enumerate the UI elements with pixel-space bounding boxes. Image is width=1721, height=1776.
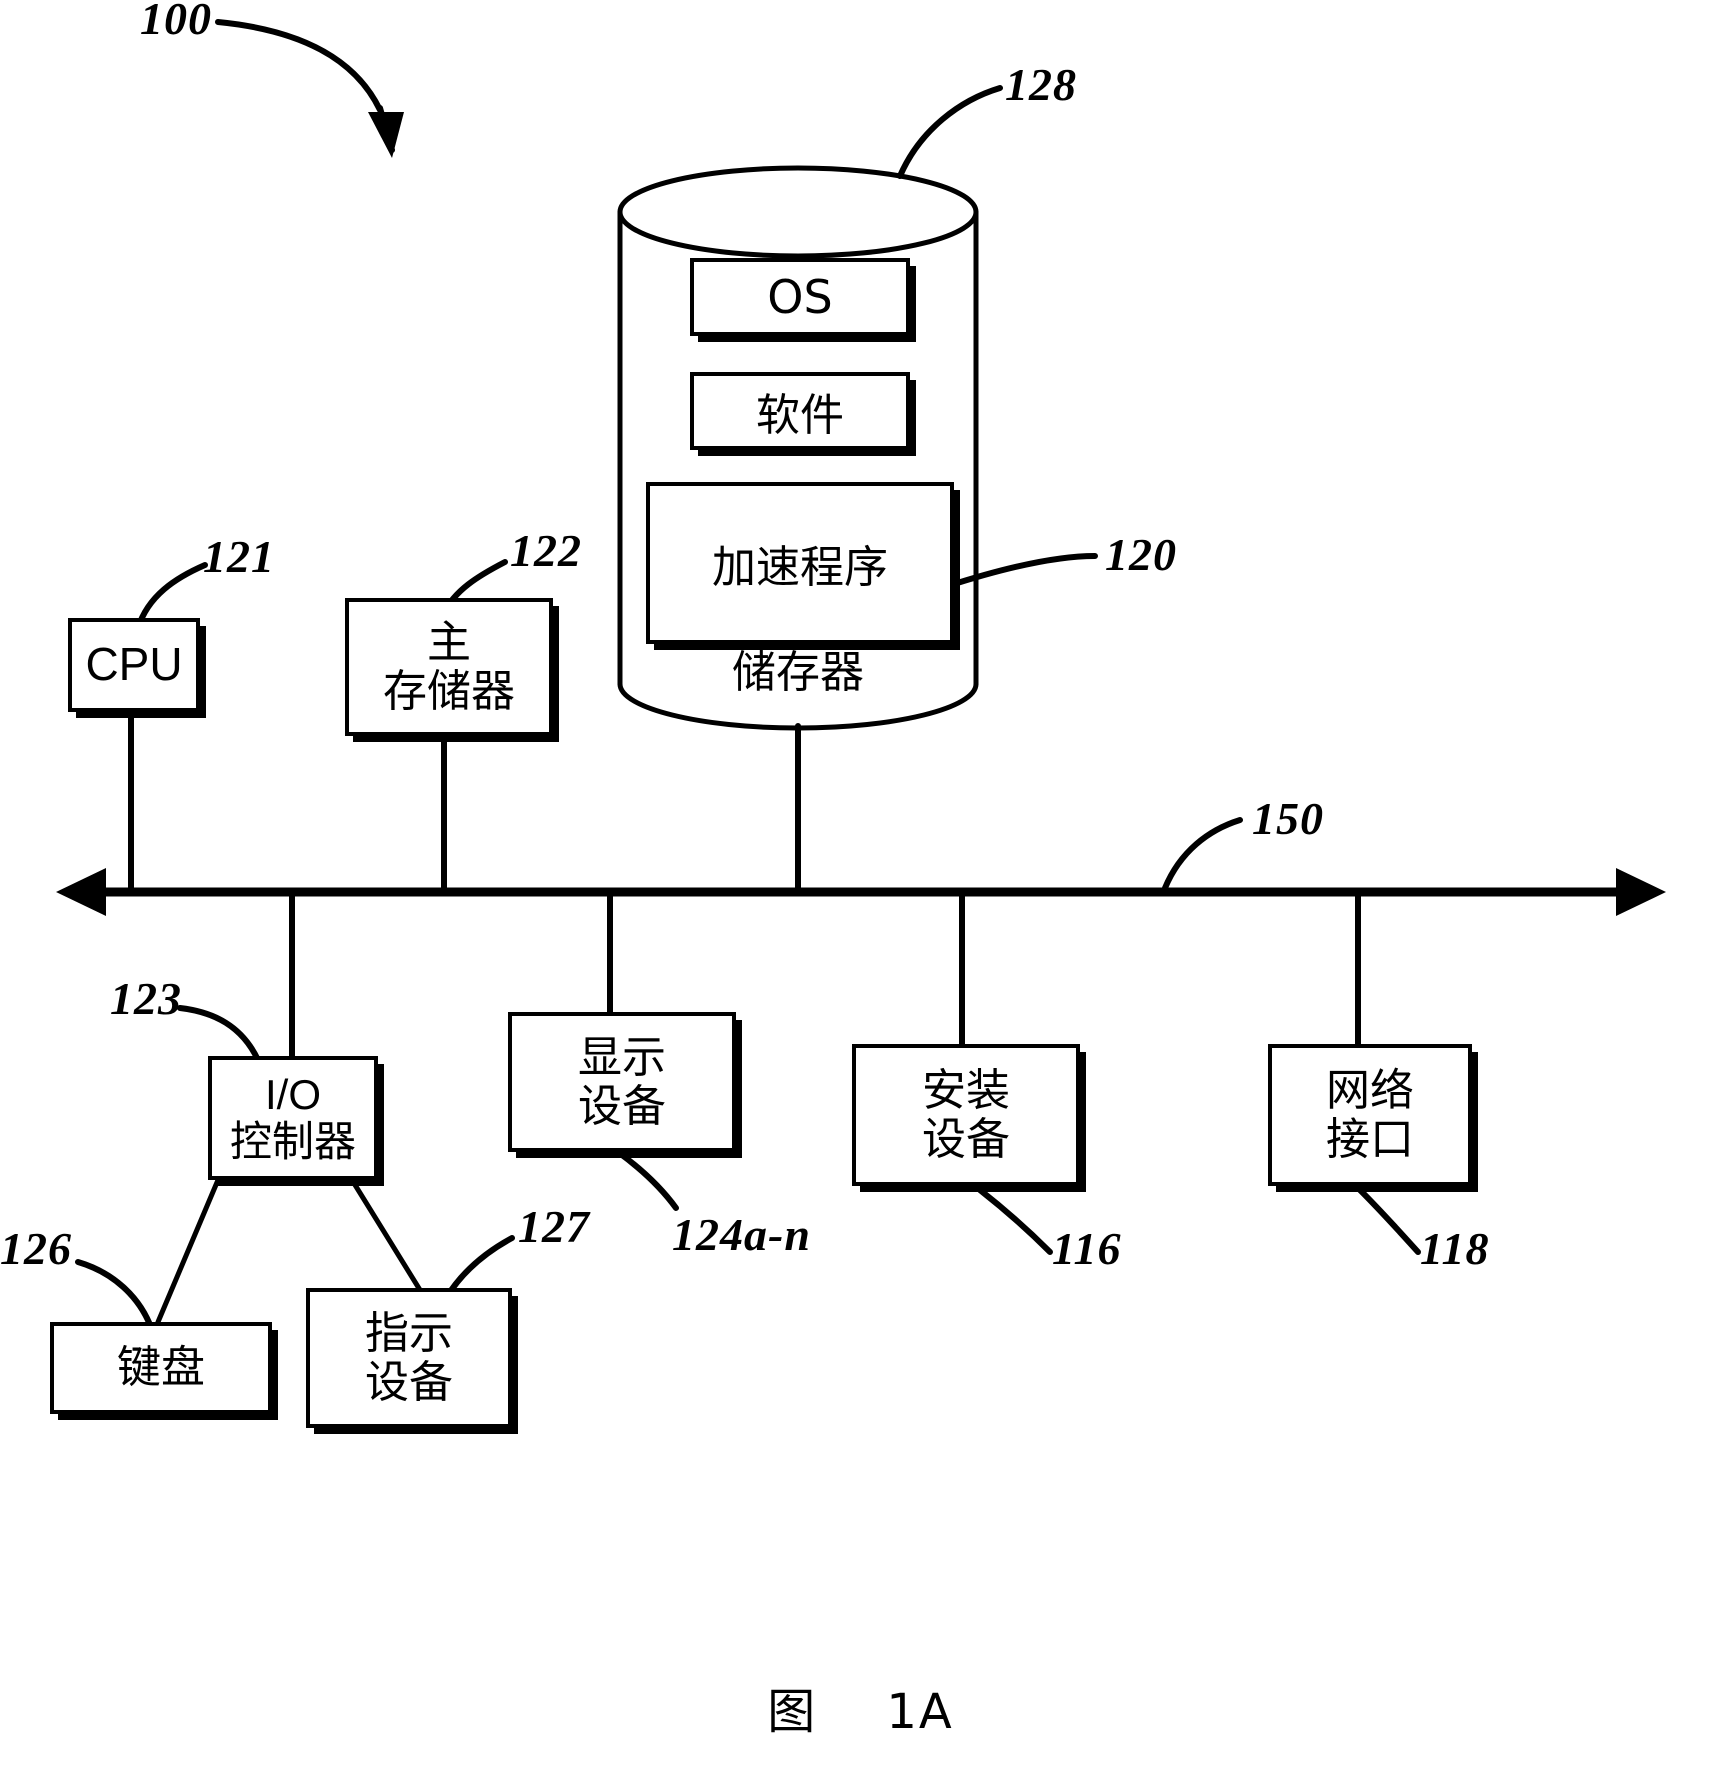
ref-118: 118 — [1420, 1223, 1490, 1274]
ref-122: 122 — [510, 525, 582, 576]
cpu-block: CPU — [68, 618, 200, 712]
ref-124a-n: 124a-n — [672, 1209, 811, 1260]
ref-123: 123 — [110, 973, 182, 1024]
ref-100: 100 — [140, 0, 212, 44]
storage-os-box: OS — [690, 258, 910, 336]
pointing-device-label-line2: 设备 — [365, 1357, 453, 1408]
install-device-label-line2: 设备 — [922, 1114, 1010, 1165]
ref-116: 116 — [1052, 1223, 1122, 1274]
storage-accelerator-box: 加速程序 — [646, 482, 954, 644]
ref-150: 150 — [1252, 793, 1324, 844]
storage-label: 储存器 — [732, 647, 864, 698]
display-device-block: 显示 设备 — [508, 1012, 736, 1152]
network-interface-label-line2: 接口 — [1326, 1114, 1414, 1165]
storage-cylinder: OS 软件 加速程序 储存器 — [618, 168, 978, 728]
pointing-device-block: 指示 设备 — [306, 1288, 512, 1428]
main-memory-label-line1: 主 — [427, 616, 471, 668]
ref-120: 120 — [1105, 529, 1177, 580]
main-memory-label-line2: 存储器 — [383, 666, 515, 717]
storage-software-label: 软件 — [756, 390, 844, 441]
install-device-label-line1: 安装 — [922, 1064, 1010, 1116]
figure-caption: 图 1A — [767, 1684, 954, 1740]
storage-os-label: OS — [767, 270, 833, 324]
display-device-label-line1: 显示 — [578, 1031, 666, 1083]
io-controller-block: I/O 控制器 — [208, 1056, 378, 1180]
storage-software-box: 软件 — [690, 372, 910, 450]
network-interface-label-line1: 网络 — [1326, 1064, 1414, 1116]
pointing-device-label-line1: 指示 — [365, 1307, 453, 1359]
patent-figure-1a: 100 128 120 121 122 150 123 124a-n 116 1… — [0, 0, 1721, 1776]
ref-127: 127 — [518, 1201, 590, 1252]
ref-128: 128 — [1005, 59, 1077, 110]
io-controller-label-line2: 控制器 — [229, 1117, 356, 1166]
cpu-label: CPU — [85, 638, 183, 691]
ref-126: 126 — [0, 1223, 72, 1274]
storage-accelerator-label: 加速程序 — [712, 542, 888, 593]
keyboard-label: 键盘 — [117, 1342, 205, 1394]
network-interface-block: 网络 接口 — [1268, 1044, 1472, 1186]
keyboard-block: 键盘 — [50, 1322, 272, 1414]
ref-121: 121 — [203, 531, 275, 582]
display-device-label-line2: 设备 — [578, 1081, 666, 1132]
io-controller-label-line1: I/O — [264, 1070, 321, 1118]
main-memory-block: 主 存储器 — [345, 598, 553, 736]
install-device-block: 安装 设备 — [852, 1044, 1080, 1186]
